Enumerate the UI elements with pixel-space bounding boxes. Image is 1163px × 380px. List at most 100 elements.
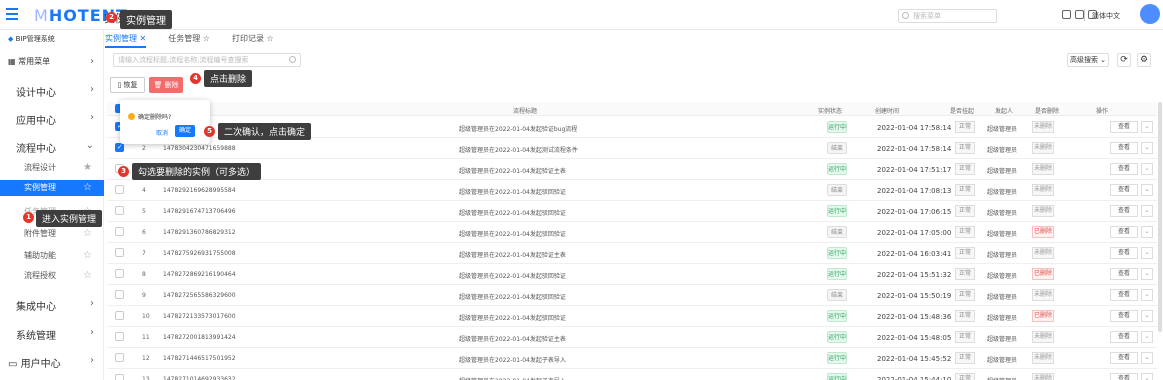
view-button[interactable]: 查看 [1110, 268, 1138, 280]
chevron-down-icon[interactable]: ⌄ [1141, 142, 1153, 154]
chevron-down-icon[interactable]: ⌄ [1141, 289, 1153, 301]
table-row[interactable]: 7 1478275926931755008 超级管理员在2022-01-04发起验证… [107, 243, 1157, 264]
column-suspended[interactable]: 是否挂起 [950, 106, 974, 115]
sidebar-item-user-center[interactable]: ▭ 用户中心 › [0, 355, 104, 370]
process-title[interactable]: 超级管理员在2022-01-04发起测试流程条件 [459, 145, 578, 154]
fullscreen-icon[interactable] [1075, 10, 1084, 19]
tab-task-manage[interactable]: 任务管理 ☆ [168, 30, 210, 46]
row-checkbox[interactable] [115, 290, 124, 299]
process-title[interactable]: 超级管理员在2022-01-04发起驳回验证 [459, 271, 566, 280]
process-title[interactable]: 超级管理员在2022-01-04发起驳回验证 [459, 187, 566, 196]
process-title[interactable]: 超级管理员在2022-01-04发起验证主表 [459, 334, 566, 343]
process-title[interactable]: 超级管理员在2022-01-04发起验证主表 [459, 250, 566, 259]
row-checkbox[interactable] [115, 269, 124, 278]
filter-input[interactable]: 请输入流程标题,流程名称,流程编号查搜索 [113, 53, 301, 67]
row-checkbox[interactable] [115, 227, 124, 236]
chevron-down-icon[interactable]: ⌄ [1141, 184, 1153, 196]
chevron-down-icon[interactable]: ⌄ [1141, 121, 1153, 133]
table-row[interactable]: 6 1478291360786829312 超级管理员在2022-01-04发起驳回… [107, 222, 1157, 243]
favorite-star-icon[interactable]: ☆ [83, 228, 92, 239]
chevron-down-icon[interactable]: ⌄ [1141, 163, 1153, 175]
column-created[interactable]: 创建时间 [875, 106, 899, 115]
chevron-down-icon[interactable]: ⌄ [1141, 268, 1153, 280]
view-button[interactable]: 查看 [1110, 184, 1138, 196]
favorite-star-icon[interactable]: ☆ [83, 270, 92, 281]
language-switch[interactable]: 简体中文 [1092, 11, 1120, 21]
process-title[interactable]: 超级管理员在2022-01-04发起驳回验证 [459, 229, 566, 238]
system-switcher[interactable]: ◆ BIP管理系统 [0, 34, 104, 44]
table-row[interactable]: 2 1478304230471659888 超级管理员在2022-01-04发起测试… [107, 138, 1157, 159]
process-title[interactable]: 超级管理员在2022-01-04发起驳回验证 [459, 208, 566, 217]
table-row[interactable]: 9 1478272565586329600 超级管理员在2022-01-04发起驳回… [107, 285, 1157, 306]
chevron-down-icon[interactable]: ⌄ [1141, 247, 1153, 259]
cancel-button[interactable]: 取消 [156, 128, 168, 137]
table-row[interactable]: 13 1478271014692933632 超级管理员在2022-01-04发起子… [107, 369, 1157, 380]
row-checkbox[interactable] [115, 185, 124, 194]
view-button[interactable]: 查看 [1110, 247, 1138, 259]
refresh-icon[interactable]: ⟳ [1117, 53, 1131, 67]
chevron-down-icon[interactable]: ⌄ [1141, 373, 1153, 380]
sidebar-item-common[interactable]: ▦ 常用菜单 › [0, 56, 104, 67]
tab-instance-manage[interactable]: 实例管理 ✕ [105, 30, 147, 48]
sidebar-item-integration[interactable]: 集成中心 › [0, 298, 104, 313]
process-title[interactable]: 超级管理员在2022-01-04发起子表导入 [459, 376, 566, 380]
process-title[interactable]: 超级管理员在2022-01-04发起子表导入 [459, 355, 566, 364]
table-row[interactable]: 5 1478291674713706496 超级管理员在2022-01-04发起驳回… [107, 201, 1157, 222]
hamburger-menu-icon[interactable] [6, 8, 18, 20]
process-title[interactable]: 超级管理员在2022-01-04发起驳回验证 [459, 313, 566, 322]
chevron-down-icon[interactable]: ⌄ [1141, 331, 1153, 343]
table-row[interactable]: 3 超级管理员在2022-01-04发起验证主表 运行中 2022-01-04 17:… [107, 159, 1157, 180]
table-row[interactable]: 12 1478271446517501952 超级管理员在2022-01-04发起子… [107, 348, 1157, 369]
row-checkbox[interactable] [115, 248, 124, 257]
view-button[interactable]: 查看 [1110, 352, 1138, 364]
view-button[interactable]: 查看 [1110, 331, 1138, 343]
view-button[interactable]: 查看 [1110, 205, 1138, 217]
row-checkbox[interactable] [115, 374, 124, 380]
view-button[interactable]: 查看 [1110, 310, 1138, 322]
sidebar-item-design[interactable]: 设计中心 › [0, 84, 104, 99]
chevron-down-icon[interactable]: ⌄ [1141, 352, 1153, 364]
sidebar-sub-aux[interactable]: 辅助功能 ☆ [0, 250, 104, 264]
column-status[interactable]: 实例状态 [818, 106, 842, 115]
view-button[interactable]: 查看 [1110, 163, 1138, 175]
chevron-down-icon[interactable]: ⌄ [1141, 226, 1153, 238]
confirm-button[interactable]: 确定 [175, 125, 195, 137]
table-row[interactable]: 4 1478292169628995584 超级管理员在2022-01-04发起驳回… [107, 180, 1157, 201]
row-checkbox[interactable] [115, 311, 124, 320]
table-row[interactable]: 10 1478272133573017600 超级管理员在2022-01-04发起驳… [107, 306, 1157, 327]
sidebar-item-apps[interactable]: 应用中心 › [0, 112, 104, 127]
process-title[interactable]: 超级管理员在2022-01-04发起验证bug流程 [459, 124, 577, 133]
sidebar-item-process[interactable]: 流程中心 ⌄ [0, 140, 104, 155]
row-checkbox[interactable] [115, 206, 124, 215]
view-button[interactable]: 查看 [1110, 142, 1138, 154]
sidebar-sub-process-design[interactable]: 流程设计 ★ [0, 162, 104, 176]
chevron-down-icon[interactable]: ⌄ [1141, 310, 1153, 322]
tab-print-records[interactable]: 打印记录 ☆ [232, 30, 274, 46]
row-checkbox[interactable] [115, 332, 124, 341]
sidebar-item-system[interactable]: 系统管理 › [0, 327, 104, 342]
view-button[interactable]: 查看 [1110, 373, 1138, 380]
sidebar-sub-attachments[interactable]: 附件管理 ☆ [0, 228, 104, 242]
sidebar-sub-authorization[interactable]: 流程授权 ☆ [0, 270, 104, 284]
view-button[interactable]: 查看 [1110, 226, 1138, 238]
table-row[interactable]: 8 1478272869216190464 超级管理员在2022-01-04发起驳回… [107, 264, 1157, 285]
row-checkbox[interactable] [115, 353, 124, 362]
scrollbar[interactable] [1158, 102, 1162, 332]
menu-search-input[interactable]: 搜索菜单 [898, 9, 997, 23]
favorite-star-icon[interactable]: ☆ [83, 180, 92, 196]
restore-button[interactable]: ▯ 恢复 [110, 77, 145, 93]
delete-button[interactable]: 🗑 删除 [149, 77, 183, 93]
view-button[interactable]: 查看 [1110, 121, 1138, 133]
favorite-star-icon[interactable]: ☆ [83, 250, 92, 261]
process-title[interactable]: 超级管理员在2022-01-04发起验证主表 [459, 166, 566, 175]
column-deleted[interactable]: 是否删除 [1035, 106, 1059, 115]
favorite-star-icon[interactable]: ★ [83, 162, 92, 173]
sidebar-sub-instance-manage[interactable]: 实例管理 ☆ [0, 180, 104, 196]
gear-icon[interactable]: ⚙ [1137, 53, 1151, 67]
view-button[interactable]: 查看 [1110, 289, 1138, 301]
chevron-down-icon[interactable]: ⌄ [1141, 205, 1153, 217]
process-title[interactable]: 超级管理员在2022-01-04发起驳回验证 [459, 292, 566, 301]
advanced-search-button[interactable]: 高级搜索 ⌄ [1067, 53, 1109, 67]
table-row[interactable]: 11 1478272001813991424 超级管理员在2022-01-04发起验… [107, 327, 1157, 348]
message-icon[interactable] [1062, 10, 1071, 19]
